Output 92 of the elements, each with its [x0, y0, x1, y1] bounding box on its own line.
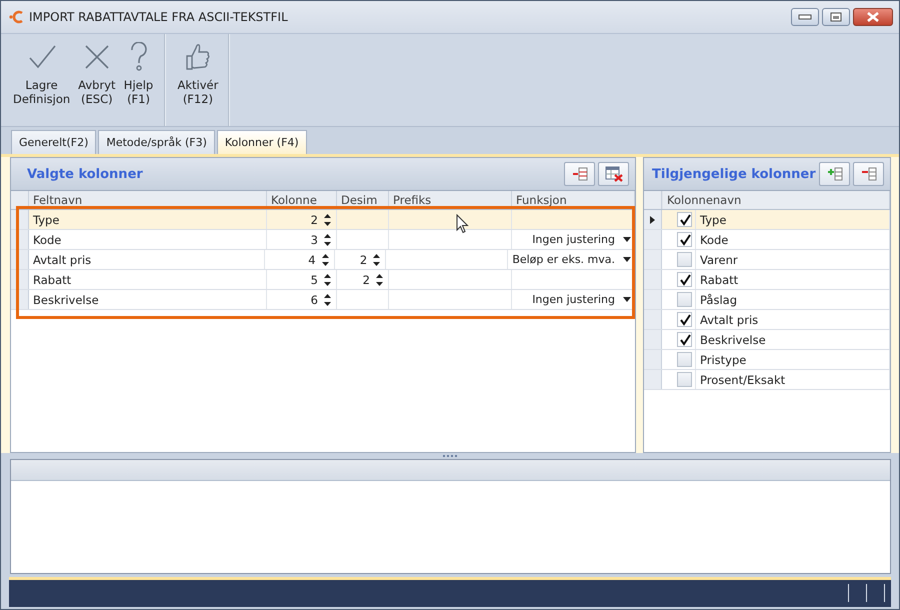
delete-table-icon [604, 166, 622, 182]
maximize-button[interactable] [822, 8, 850, 26]
table-cell: Beskrivelse [700, 332, 766, 346]
dropdown-arrow-icon[interactable] [623, 257, 632, 262]
table-row[interactable]: Type [644, 210, 890, 230]
remove-column-icon [572, 167, 588, 181]
toolbar-button[interactable]: Avbryt (ESC) [74, 34, 120, 126]
panel-title: Valgte kolonner [27, 166, 143, 182]
table-row[interactable]: Pristype [644, 350, 890, 370]
spinner-icon[interactable] [372, 252, 382, 266]
dropdown-value[interactable]: Ingen justering [532, 233, 615, 246]
add-column-icon [826, 167, 842, 181]
toolbar-button[interactable]: Lagre Definisjon [9, 34, 74, 126]
table-cell: Varenr [700, 252, 738, 266]
toolbar-button[interactable]: Hjelp (F1) [120, 34, 158, 126]
window-title: IMPORT RABATTAVTALE FRA ASCII-TEKSTFIL [29, 10, 288, 24]
column-header: Funksjon [512, 191, 635, 209]
spinner-icon[interactable] [323, 292, 332, 306]
table-cell: Prosent/Eksakt [700, 372, 786, 386]
delete-table-button[interactable] [598, 162, 629, 186]
table-row[interactable]: Avtalt pris 4 2 Beløp er eks. mva. [11, 250, 635, 270]
table-row[interactable]: Kode [644, 230, 890, 250]
checkbox[interactable] [677, 272, 692, 287]
row-pointer-icon [650, 216, 655, 224]
table-cell: Beskrivelse [33, 292, 99, 306]
table-cell: Pristype [700, 352, 746, 366]
column-header: Kolonnenavn [662, 191, 890, 209]
column-header: Prefiks [389, 191, 512, 209]
table-cell: Avtalt pris [33, 252, 92, 266]
spinner-icon[interactable] [375, 272, 384, 286]
splitter-grip-icon[interactable] [443, 454, 457, 458]
remove-column-button[interactable] [853, 162, 884, 186]
table-row[interactable]: Avtalt pris [644, 310, 890, 330]
dropdown-arrow-icon[interactable] [623, 297, 631, 302]
remove-column-button[interactable] [564, 162, 595, 186]
table-row[interactable]: Beskrivelse [644, 330, 890, 350]
toolbar-button[interactable]: Aktivér (F12) [174, 34, 222, 126]
checkbox[interactable] [677, 252, 692, 267]
table-cell: 4 [308, 252, 316, 266]
tab[interactable]: Generelt(F2) [11, 130, 96, 154]
table-cell: 2 [362, 272, 370, 286]
checkbox[interactable] [677, 332, 692, 347]
table-cell: Type [33, 212, 60, 226]
checkbox[interactable] [677, 232, 692, 247]
table-row[interactable]: Type 2 [11, 210, 635, 230]
table-cell: Rabatt [33, 272, 72, 286]
table-cell: 3 [310, 232, 318, 246]
logo-icon [9, 10, 25, 24]
tab[interactable]: Kolonner (F4) [216, 130, 307, 154]
dropdown-value[interactable]: Ingen justering [532, 293, 615, 306]
table-row[interactable]: Prosent/Eksakt [644, 370, 890, 390]
checkbox[interactable] [677, 352, 692, 367]
spinner-icon[interactable] [323, 232, 332, 246]
table-row[interactable]: Rabatt 5 2 [11, 270, 635, 290]
spinner-icon[interactable] [320, 252, 330, 266]
table-cell: Påslag [700, 292, 737, 306]
table-row[interactable]: Beskrivelse 6 Ingen justering [11, 290, 635, 310]
checkbox[interactable] [677, 292, 692, 307]
spinner-icon[interactable] [323, 212, 332, 226]
table-cell: Kode [33, 232, 62, 246]
table-cell: Rabatt [700, 272, 738, 286]
table-cell: Avtalt pris [700, 312, 758, 326]
table-cell: Kode [700, 232, 728, 246]
close-button[interactable] [853, 8, 893, 26]
thumbs-up-icon [184, 42, 211, 72]
spinner-icon[interactable] [323, 272, 332, 286]
minimize-icon [798, 14, 812, 20]
tab[interactable]: Metode/språk (F3) [98, 130, 215, 154]
column-header: Desim [337, 191, 389, 209]
add-column-button[interactable] [819, 162, 850, 186]
column-header: Kolonne [267, 191, 337, 209]
close-icon [866, 12, 880, 22]
column-header: Feltnavn [29, 191, 267, 209]
table-row[interactable]: Rabatt [644, 270, 890, 290]
panel-title: Tilgjengelige kolonner [652, 166, 816, 182]
checkbox[interactable] [677, 372, 692, 387]
table-row[interactable]: Kode 3 Ingen justering [11, 230, 635, 250]
table-cell: 6 [310, 292, 318, 306]
table-cell: 2 [360, 252, 368, 266]
table-row[interactable]: Påslag [644, 290, 890, 310]
maximize-icon [829, 12, 843, 22]
table-cell: 2 [310, 212, 318, 226]
dropdown-value[interactable]: Beløp er eks. mva. [512, 253, 616, 266]
checkbox[interactable] [677, 312, 692, 327]
checkbox[interactable] [677, 212, 692, 227]
table-row[interactable]: Varenr [644, 250, 890, 270]
table-cell: 5 [310, 272, 318, 286]
mouse-cursor-icon [456, 214, 469, 234]
minimize-button[interactable] [791, 8, 819, 26]
dropdown-arrow-icon[interactable] [623, 237, 631, 242]
remove-column-icon [860, 167, 876, 181]
table-cell: Type [700, 212, 726, 226]
